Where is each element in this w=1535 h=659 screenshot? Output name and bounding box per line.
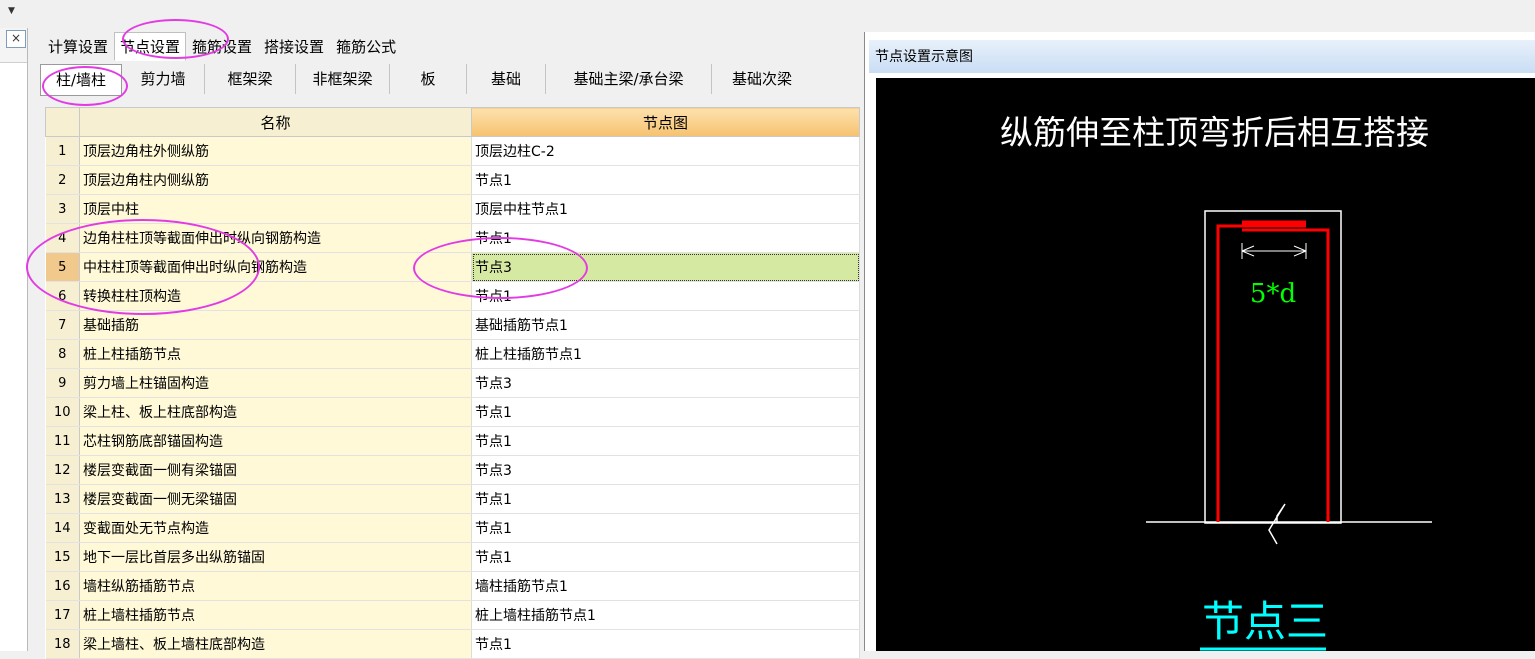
row-name: 桩上柱插筋节点 xyxy=(79,339,472,369)
row-number: 16 xyxy=(45,571,80,601)
table-row[interactable]: 7 基础插筋 基础插筋节点1 xyxy=(45,310,860,340)
row-node-value[interactable]: 节点1 xyxy=(471,165,860,195)
tab-foundation-secondary-beam[interactable]: 基础次梁 xyxy=(712,64,812,94)
node-diagram: 纵筋伸至柱顶弯折后相互搭接 5*d 节点三 xyxy=(1000,113,1432,651)
row-number: 8 xyxy=(45,339,80,369)
annotation-circle-column-tab xyxy=(42,66,128,106)
annotation-circle-node-tab xyxy=(122,19,229,59)
dimension-label: 5*d xyxy=(1250,279,1296,309)
row-number: 13 xyxy=(45,484,80,514)
table-row[interactable]: 16 墙柱纵筋插筋节点 墙柱插筋节点1 xyxy=(45,571,860,601)
diagram-heading: 纵筋伸至柱顶弯折后相互搭接 xyxy=(1000,113,1429,152)
row-node-value[interactable]: 顶层中柱节点1 xyxy=(471,194,860,224)
row-node-value[interactable]: 节点3 xyxy=(471,455,860,485)
row-number: 9 xyxy=(45,368,80,398)
break-symbol xyxy=(1268,503,1286,545)
row-name: 墙柱纵筋插筋节点 xyxy=(79,571,472,601)
row-name: 变截面处无节点构造 xyxy=(79,513,472,543)
row-number: 10 xyxy=(45,397,80,427)
table-header-row: 名称 节点图 xyxy=(45,107,860,137)
row-number: 11 xyxy=(45,426,80,456)
tab-calc-settings[interactable]: 计算设置 xyxy=(42,32,114,61)
row-node-value[interactable]: 节点1 xyxy=(471,397,860,427)
table-row[interactable]: 2 顶层边角柱内侧纵筋 节点1 xyxy=(45,165,860,195)
table-row[interactable]: 14 变截面处无节点构造 节点1 xyxy=(45,513,860,543)
node-diagram-canvas: 纵筋伸至柱顶弯折后相互搭接 5*d 节点三 xyxy=(876,78,1535,651)
table-row[interactable]: 13 楼层变截面一侧无梁锚固 节点1 xyxy=(45,484,860,514)
tab-foundation[interactable]: 基础 xyxy=(467,64,546,94)
table-row[interactable]: 15 地下一层比首层多出纵筋锚固 节点1 xyxy=(45,542,860,572)
tab-lap-settings[interactable]: 搭接设置 xyxy=(258,32,330,61)
tab-shear-wall[interactable]: 剪力墙 xyxy=(122,64,205,94)
node-caption: 节点三 xyxy=(1202,597,1328,646)
tab-slab[interactable]: 板 xyxy=(390,64,467,94)
row-number: 7 xyxy=(45,310,80,340)
row-name: 楼层变截面一侧无梁锚固 xyxy=(79,484,472,514)
row-name: 梁上墙柱、板上墙柱底部构造 xyxy=(79,629,472,659)
row-node-value[interactable]: 节点1 xyxy=(471,513,860,543)
tab-foundation-main-beam[interactable]: 基础主梁/承台梁 xyxy=(546,64,712,94)
row-number: 15 xyxy=(45,542,80,572)
row-number: 2 xyxy=(45,165,80,195)
row-node-value[interactable]: 桩上墙柱插筋节点1 xyxy=(471,600,860,630)
column-outline xyxy=(1204,210,1342,524)
row-node-value[interactable]: 节点3 xyxy=(471,368,860,398)
row-name: 地下一层比首层多出纵筋锚固 xyxy=(79,542,472,572)
table-row[interactable]: 1 顶层边角柱外侧纵筋 顶层边柱C-2 xyxy=(45,136,860,166)
header-node-diagram[interactable]: 节点图 xyxy=(471,107,860,137)
row-number: 14 xyxy=(45,513,80,543)
annotation-circle-node3 xyxy=(413,237,588,299)
header-name[interactable]: 名称 xyxy=(79,107,472,137)
table-row[interactable]: 17 桩上墙柱插筋节点 桩上墙柱插筋节点1 xyxy=(45,600,860,630)
row-number: 12 xyxy=(45,455,80,485)
row-node-value[interactable]: 节点1 xyxy=(471,426,860,456)
row-node-value[interactable]: 墙柱插筋节点1 xyxy=(471,571,860,601)
node-settings-table: 名称 节点图 1 顶层边角柱外侧纵筋 顶层边柱C-2 2 顶层边角柱内侧纵筋 节点1 3 顶层… xyxy=(45,107,860,659)
row-node-value[interactable]: 节点1 xyxy=(471,542,860,572)
left-side-panel xyxy=(0,28,28,651)
top-toolbar xyxy=(0,0,1535,26)
table-row[interactable]: 11 芯柱钢筋底部锚固构造 节点1 xyxy=(45,426,860,456)
component-tab-bar: 柱/墙柱 剪力墙 框架梁 非框架梁 板 基础 基础主梁/承台梁 基础次梁 xyxy=(40,64,858,98)
table-row[interactable]: 8 桩上柱插筋节点 桩上柱插筋节点1 xyxy=(45,339,860,369)
row-node-value[interactable]: 桩上柱插筋节点1 xyxy=(471,339,860,369)
row-name: 芯柱钢筋底部锚固构造 xyxy=(79,426,472,456)
header-index xyxy=(45,107,80,137)
row-node-value[interactable]: 顶层边柱C-2 xyxy=(471,136,860,166)
rebar-right xyxy=(1242,228,1330,522)
annotation-circle-row5 xyxy=(26,219,260,315)
tab-nonframe-beam[interactable]: 非框架梁 xyxy=(296,64,390,94)
row-name: 梁上柱、板上柱底部构造 xyxy=(79,397,472,427)
row-number: 1 xyxy=(45,136,80,166)
row-node-value[interactable]: 节点1 xyxy=(471,484,860,514)
row-name: 剪力墙上柱锚固构造 xyxy=(79,368,472,398)
table-row[interactable]: 12 楼层变截面一侧有梁锚固 节点3 xyxy=(45,455,860,485)
row-name: 桩上墙柱插筋节点 xyxy=(79,600,472,630)
row-name: 顶层边角柱外侧纵筋 xyxy=(79,136,472,166)
row-number: 3 xyxy=(45,194,80,224)
rebar-left xyxy=(1216,224,1306,522)
row-node-value[interactable]: 基础插筋节点1 xyxy=(471,310,860,340)
row-number: 18 xyxy=(45,629,80,659)
table-row[interactable]: 9 剪力墙上柱锚固构造 节点3 xyxy=(45,368,860,398)
row-node-value[interactable]: 节点1 xyxy=(471,629,860,659)
dropdown-arrow-icon[interactable]: ▼ xyxy=(8,6,15,16)
row-name: 顶层边角柱内侧纵筋 xyxy=(79,165,472,195)
table-row[interactable]: 18 梁上墙柱、板上墙柱底部构造 节点1 xyxy=(45,629,860,659)
tab-frame-beam[interactable]: 框架梁 xyxy=(205,64,296,94)
row-name: 楼层变截面一侧有梁锚固 xyxy=(79,455,472,485)
preview-title: 节点设置示意图 xyxy=(869,40,1535,73)
row-number: 17 xyxy=(45,600,80,630)
close-icon[interactable]: × xyxy=(6,30,26,48)
table-row[interactable]: 10 梁上柱、板上柱底部构造 节点1 xyxy=(45,397,860,427)
tab-stirrup-formula[interactable]: 箍筋公式 xyxy=(330,32,402,61)
